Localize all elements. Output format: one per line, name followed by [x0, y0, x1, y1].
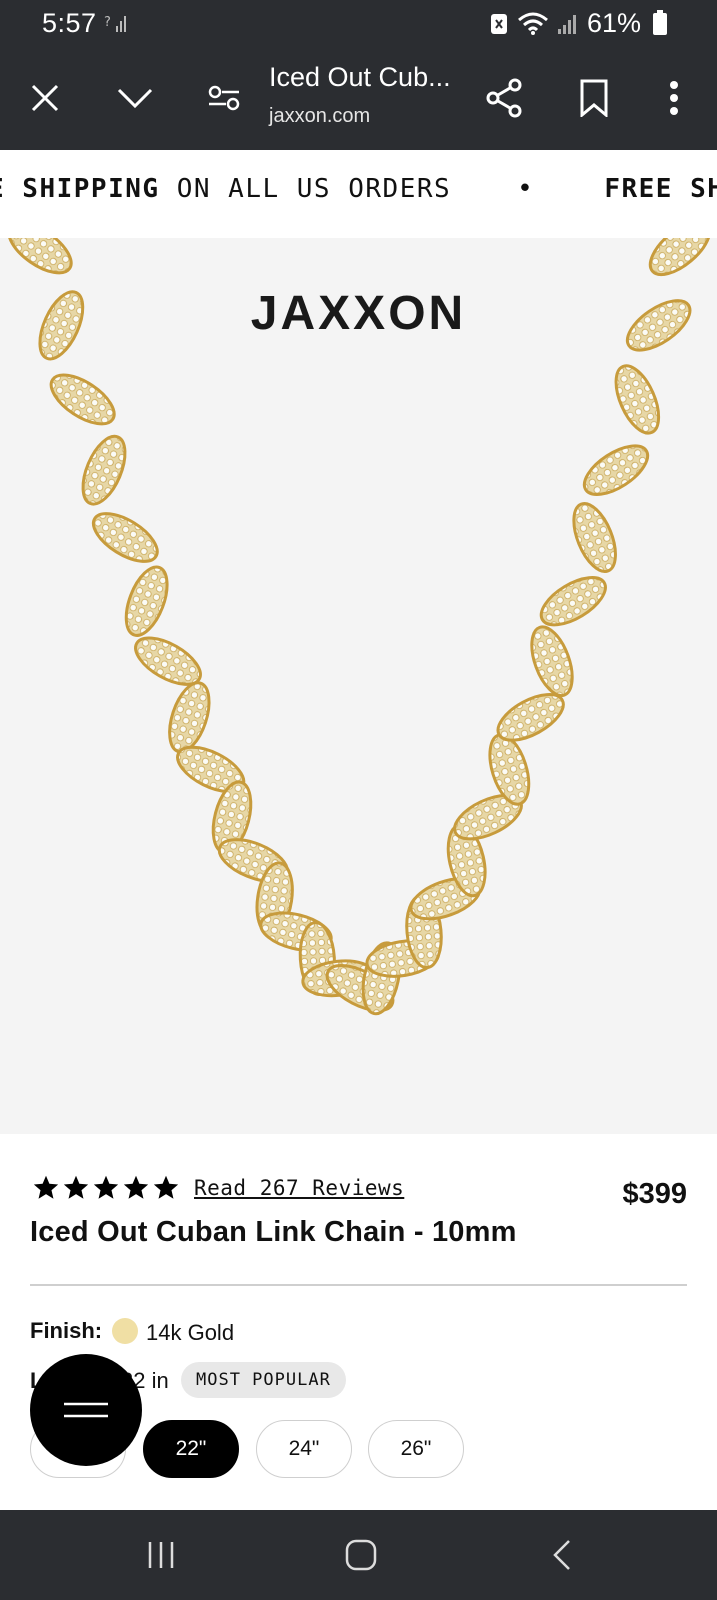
back-chevron-icon	[553, 1540, 570, 1570]
close-tab-button[interactable]	[23, 76, 67, 120]
read-reviews-link[interactable]: Read 267 Reviews	[194, 1176, 404, 1200]
battery-icon	[653, 9, 667, 35]
star-icon	[33, 1175, 59, 1199]
home-button[interactable]	[339, 1535, 383, 1575]
menu-icon	[64, 1402, 108, 1418]
more-vert-icon	[670, 81, 678, 115]
chain-link	[530, 625, 574, 698]
chain-link	[572, 502, 617, 573]
finish-value: 14k Gold	[146, 1320, 235, 1345]
size-option-22-button[interactable]: 22"	[143, 1420, 239, 1478]
star-icon	[63, 1175, 89, 1199]
chain-link	[168, 681, 211, 754]
banner-separator: •	[517, 174, 535, 204]
product-price: $399	[622, 1178, 687, 1210]
cell-signal-icon: ?	[104, 15, 126, 32]
chain-link	[539, 576, 607, 627]
tune-icon	[208, 85, 240, 111]
recent-apps-icon	[148, 1542, 174, 1568]
chain-link	[124, 565, 169, 637]
product-image-gallery[interactable]: JAXXON	[0, 238, 717, 1134]
finish-swatch	[112, 1318, 138, 1344]
bookmark-button[interactable]	[572, 76, 616, 120]
share-icon	[486, 78, 522, 118]
star-icon	[153, 1175, 179, 1199]
chain-link	[614, 364, 661, 435]
finish-label: Finish:	[30, 1318, 103, 1343]
overflow-menu-button[interactable]	[652, 76, 696, 120]
chain-link	[49, 373, 116, 426]
cell-signal-full-icon	[557, 14, 576, 34]
chain-link	[648, 238, 712, 277]
banner-bold-text: E SHIPPING	[0, 174, 160, 204]
share-button[interactable]	[482, 76, 526, 120]
bookmark-icon	[580, 79, 608, 117]
minimize-button[interactable]	[113, 76, 157, 120]
back-button[interactable]	[540, 1535, 584, 1575]
size-option-24-button[interactable]: 24"	[256, 1420, 352, 1478]
page-domain[interactable]: jaxxon.com	[269, 105, 370, 128]
size-option-26-button[interactable]: 26"	[368, 1420, 464, 1478]
home-icon	[345, 1539, 377, 1571]
chain-link	[81, 434, 127, 506]
status-bar: 5:57 ? 61%	[0, 0, 717, 48]
chain-image	[7, 238, 712, 1016]
site-settings-button[interactable]	[202, 76, 246, 120]
signal-unknown-label: ?	[104, 15, 111, 30]
close-icon	[31, 84, 59, 112]
chevron-down-icon	[117, 88, 153, 109]
system-nav-bar	[0, 1510, 717, 1600]
divider	[30, 1284, 687, 1286]
status-time: 5:57	[42, 8, 97, 38]
recent-apps-button[interactable]	[139, 1535, 183, 1575]
rating-stars[interactable]	[32, 1174, 180, 1202]
product-title: Iced Out Cuban Link Chain - 10mm	[30, 1216, 517, 1248]
brand-logo: JAXXON	[250, 287, 467, 340]
chain-link	[91, 512, 159, 563]
banner-text: ON ALL US ORDERS	[159, 174, 452, 204]
chain-link	[582, 444, 650, 496]
floating-menu-button[interactable]	[30, 1354, 142, 1466]
most-popular-badge: MOST POPULAR	[181, 1362, 346, 1398]
star-icon	[123, 1175, 149, 1199]
star-icon	[93, 1175, 119, 1199]
battery-percent: 61%	[586, 8, 641, 38]
wifi-icon	[517, 12, 548, 35]
browser-toolbar: Iced Out Cub... jaxxon.com	[0, 48, 717, 150]
announcement-banner: E SHIPPING ON ALL US ORDERS • FREE SHIP	[0, 150, 717, 238]
page-title[interactable]: Iced Out Cub...	[269, 62, 451, 93]
banner-bold-text-repeat: FREE SHIP	[604, 174, 717, 204]
chain-link	[7, 238, 73, 275]
nfc-icon	[490, 13, 507, 34]
status-indicators: 61%	[489, 8, 667, 39]
banner-marquee: E SHIPPING ON ALL US ORDERS • FREE SHIP	[0, 174, 717, 204]
